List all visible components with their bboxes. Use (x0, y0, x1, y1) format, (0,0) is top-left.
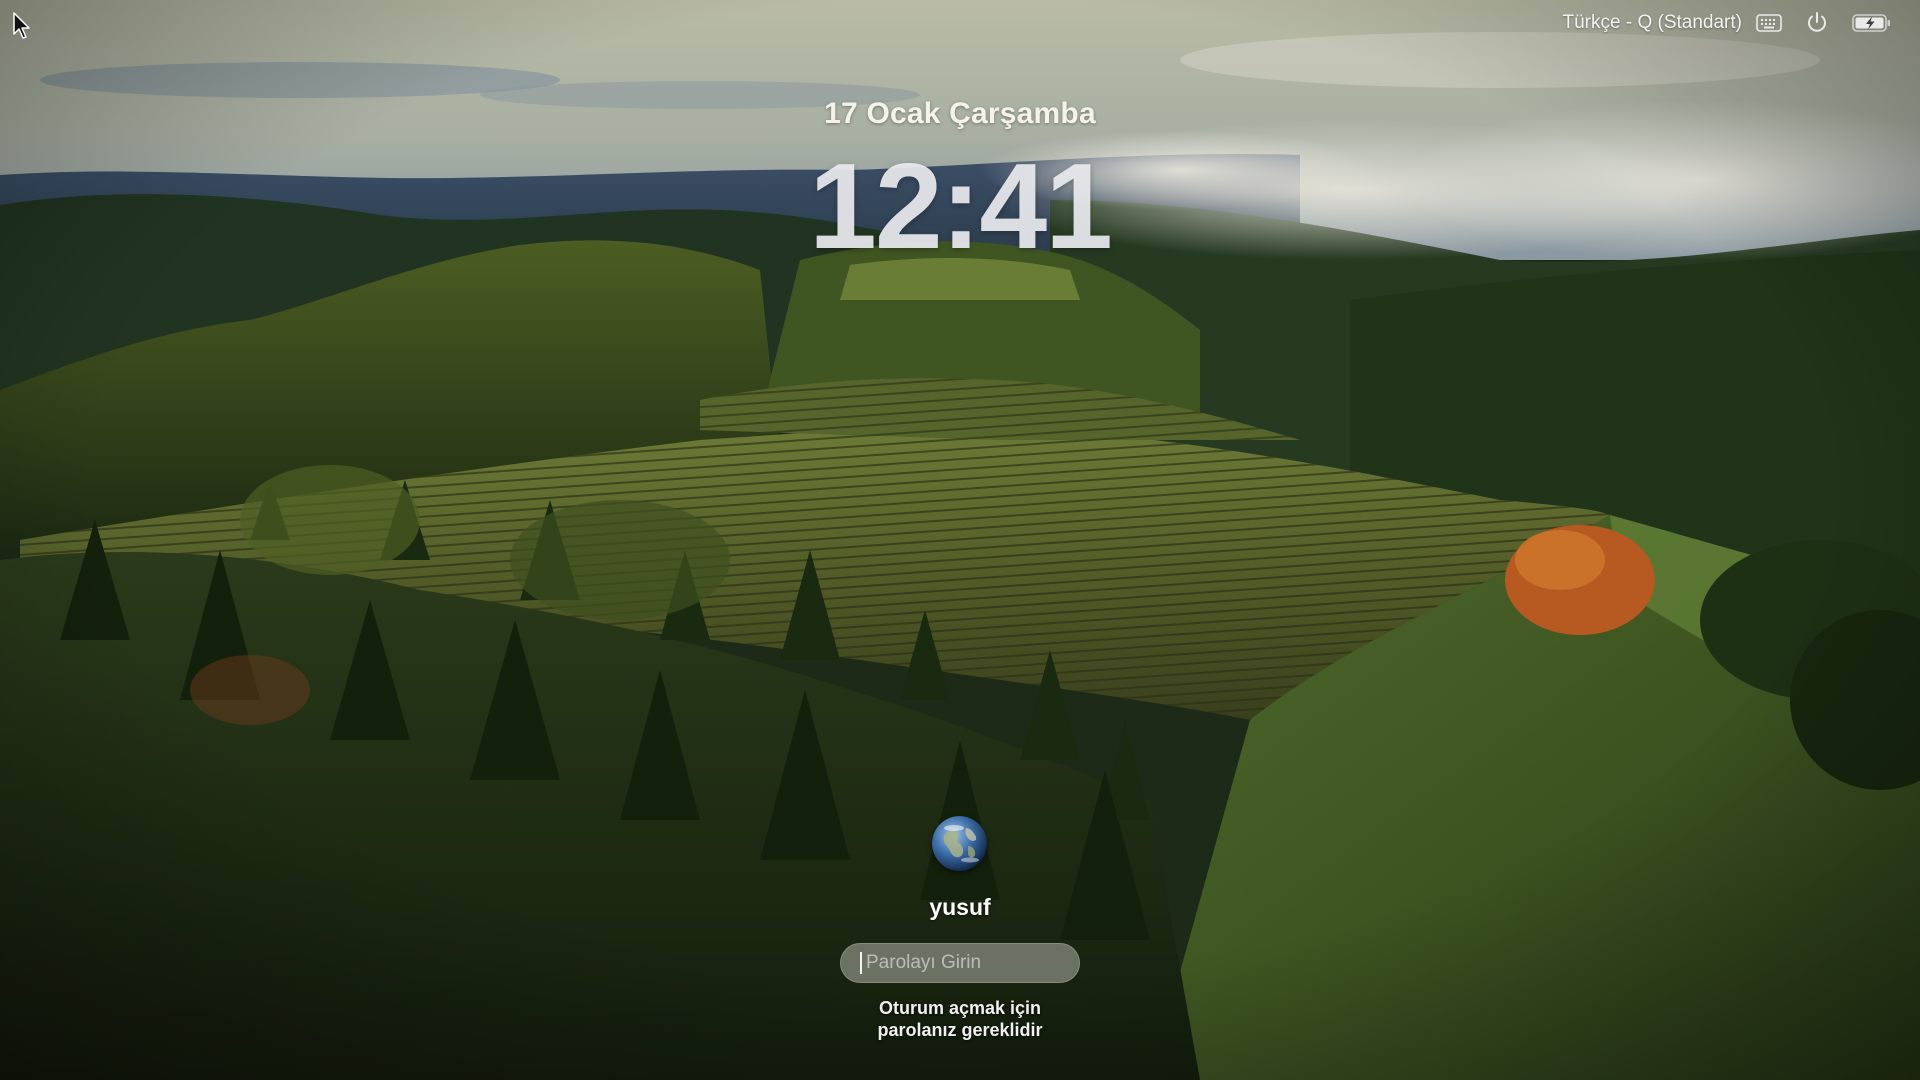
user-avatar-globe-icon[interactable] (932, 816, 987, 871)
hint-line-2: parolanız gereklidir (877, 1020, 1043, 1040)
password-required-hint: Oturum açmak için parolanız gereklidir (0, 997, 1920, 1041)
hint-line-1: Oturum açmak için (878, 998, 1042, 1018)
battery-charging-icon[interactable] (1852, 13, 1892, 33)
input-source-menu[interactable]: Türkçe - Q (Standart) (1563, 12, 1783, 34)
text-caret (860, 952, 862, 974)
mouse-pointer-icon (13, 12, 31, 40)
power-icon[interactable] (1804, 10, 1830, 36)
lock-screen-date: 17 Ocak Çarşamba (824, 97, 1096, 130)
lock-screen-status-bar: Türkçe - Q (Standart) (1563, 10, 1893, 36)
username-label: yusuf (929, 894, 991, 920)
lock-screen-clock: 12:41 (808, 138, 1113, 274)
input-source-label: Türkçe - Q (Standart) (1562, 12, 1743, 33)
keyboard-icon (1756, 14, 1782, 32)
password-input[interactable] (864, 951, 1058, 975)
lock-screen: Türkçe - Q (Standart) 17 Ocak Çarşamba 1… (0, 0, 1920, 1080)
password-field[interactable] (840, 943, 1080, 983)
